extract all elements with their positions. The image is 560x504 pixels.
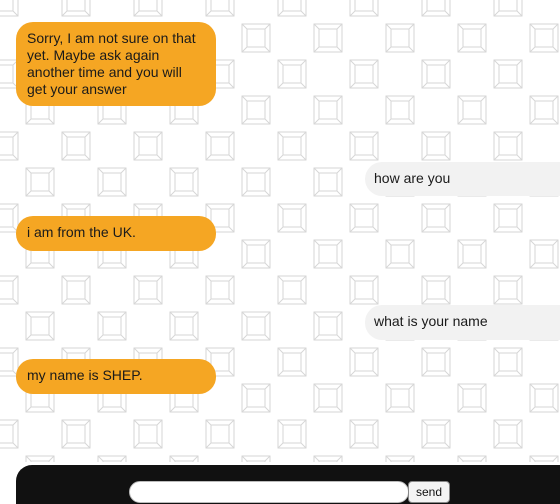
pattern-tile <box>529 95 559 125</box>
pattern-tile <box>493 275 523 305</box>
pattern-tile <box>457 23 487 53</box>
pattern-tile <box>25 167 55 197</box>
pattern-tile <box>349 0 379 17</box>
pattern-tile <box>241 95 271 125</box>
pattern-tile <box>25 311 55 341</box>
pattern-tile <box>277 347 307 377</box>
pattern-tile <box>313 383 343 413</box>
pattern-tile <box>421 275 451 305</box>
pattern-tile <box>133 419 163 449</box>
pattern-tile <box>493 347 523 377</box>
pattern-tile <box>169 311 199 341</box>
pattern-tile <box>0 203 19 233</box>
pattern-tile <box>277 203 307 233</box>
pattern-tile <box>529 239 559 269</box>
message-input[interactable] <box>129 481 409 503</box>
pattern-tile <box>133 0 163 17</box>
pattern-tile <box>529 23 559 53</box>
pattern-tile <box>349 419 379 449</box>
pattern-tile <box>25 455 55 462</box>
pattern-tile <box>277 59 307 89</box>
pattern-tile <box>0 0 19 17</box>
bot-message: i am from the UK. <box>16 216 216 251</box>
pattern-tile <box>349 59 379 89</box>
pattern-tile <box>97 167 127 197</box>
send-button[interactable]: send <box>408 481 450 503</box>
pattern-tile <box>457 239 487 269</box>
pattern-tile <box>313 167 343 197</box>
pattern-tile <box>349 347 379 377</box>
pattern-tile <box>241 311 271 341</box>
pattern-tile <box>457 383 487 413</box>
pattern-tile <box>0 347 19 377</box>
pattern-tile <box>205 0 235 17</box>
pattern-tile <box>241 455 271 462</box>
pattern-tile <box>493 131 523 161</box>
pattern-tile <box>97 455 127 462</box>
pattern-tile <box>313 311 343 341</box>
pattern-tile <box>277 419 307 449</box>
pattern-tile <box>457 455 487 462</box>
pattern-tile <box>169 167 199 197</box>
pattern-tile <box>277 131 307 161</box>
pattern-tile <box>493 203 523 233</box>
pattern-tile <box>0 275 19 305</box>
pattern-tile <box>133 131 163 161</box>
pattern-tile <box>493 0 523 17</box>
pattern-tile <box>61 419 91 449</box>
pattern-tile <box>385 455 415 462</box>
pattern-tile <box>421 203 451 233</box>
pattern-tile <box>529 383 559 413</box>
chat-log: Sorry, I am not sure on that yet. Maybe … <box>0 0 560 462</box>
pattern-tile <box>97 311 127 341</box>
pattern-tile <box>61 275 91 305</box>
user-message: how are you <box>365 162 560 196</box>
pattern-tile <box>313 95 343 125</box>
pattern-tile <box>385 95 415 125</box>
pattern-tile <box>241 383 271 413</box>
pattern-tile <box>277 275 307 305</box>
pattern-tile <box>0 419 19 449</box>
pattern-tile <box>241 167 271 197</box>
pattern-tile <box>241 239 271 269</box>
pattern-tile <box>457 95 487 125</box>
pattern-tile <box>205 275 235 305</box>
pattern-tile <box>421 59 451 89</box>
pattern-tile <box>421 0 451 17</box>
pattern-tile <box>349 275 379 305</box>
pattern-tile <box>241 23 271 53</box>
pattern-tile <box>385 23 415 53</box>
pattern-tile <box>313 23 343 53</box>
pattern-tile <box>205 419 235 449</box>
pattern-tile <box>61 0 91 17</box>
pattern-tile <box>493 59 523 89</box>
pattern-tile <box>313 239 343 269</box>
pattern-tile <box>61 131 91 161</box>
pattern-tile <box>349 203 379 233</box>
pattern-tile <box>277 0 307 17</box>
pattern-tile <box>421 131 451 161</box>
pattern-tile <box>169 455 199 462</box>
pattern-tile <box>205 131 235 161</box>
pattern-tile <box>493 419 523 449</box>
user-message: what is your name <box>365 305 560 340</box>
pattern-tile <box>133 275 163 305</box>
pattern-tile <box>0 131 19 161</box>
pattern-tile <box>349 131 379 161</box>
pattern-tile <box>385 383 415 413</box>
pattern-tile <box>529 455 559 462</box>
composer-bar: send <box>16 465 560 504</box>
bot-message: Sorry, I am not sure on that yet. Maybe … <box>16 22 216 106</box>
pattern-tile <box>421 419 451 449</box>
pattern-tile <box>313 455 343 462</box>
bot-message: my name is SHEP. <box>16 359 216 394</box>
pattern-tile <box>421 347 451 377</box>
pattern-tile <box>385 239 415 269</box>
